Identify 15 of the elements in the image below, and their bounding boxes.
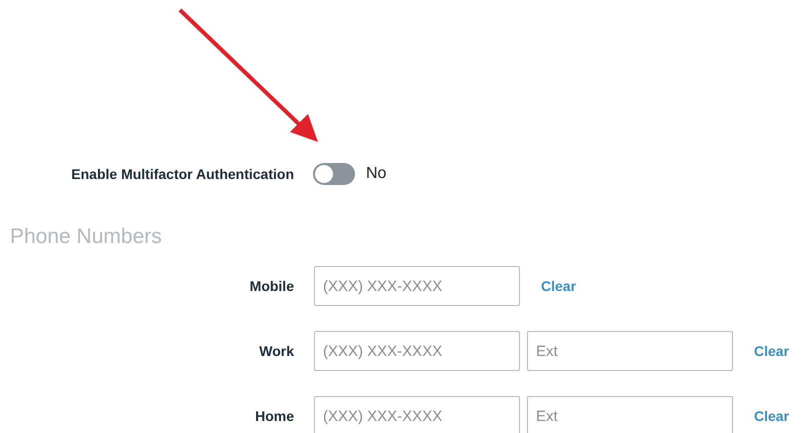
toggle-state-text: No bbox=[366, 165, 386, 183]
clear-link[interactable]: Clear bbox=[754, 408, 790, 424]
mfa-toggle[interactable] bbox=[313, 163, 355, 185]
field-label: Mobile bbox=[248, 278, 294, 294]
field-label: Work bbox=[258, 343, 294, 359]
ext-input[interactable]: Ext bbox=[527, 396, 733, 433]
phone-input[interactable]: (XXX) XXX-XXXX bbox=[314, 331, 520, 371]
clear-link[interactable]: Clear bbox=[541, 278, 576, 294]
phone-input[interactable]: (XXX) XXX-XXXX bbox=[314, 266, 520, 306]
field-label: Home bbox=[254, 408, 294, 424]
ext-input[interactable]: Ext bbox=[527, 331, 733, 371]
mfa-label: Enable Multifactor Authentication bbox=[70, 166, 294, 182]
phone-input[interactable]: (XXX) XXX-XXXX bbox=[314, 396, 520, 433]
section-heading: Phone Numbers bbox=[10, 224, 163, 250]
clear-link[interactable]: Clear bbox=[754, 343, 790, 359]
